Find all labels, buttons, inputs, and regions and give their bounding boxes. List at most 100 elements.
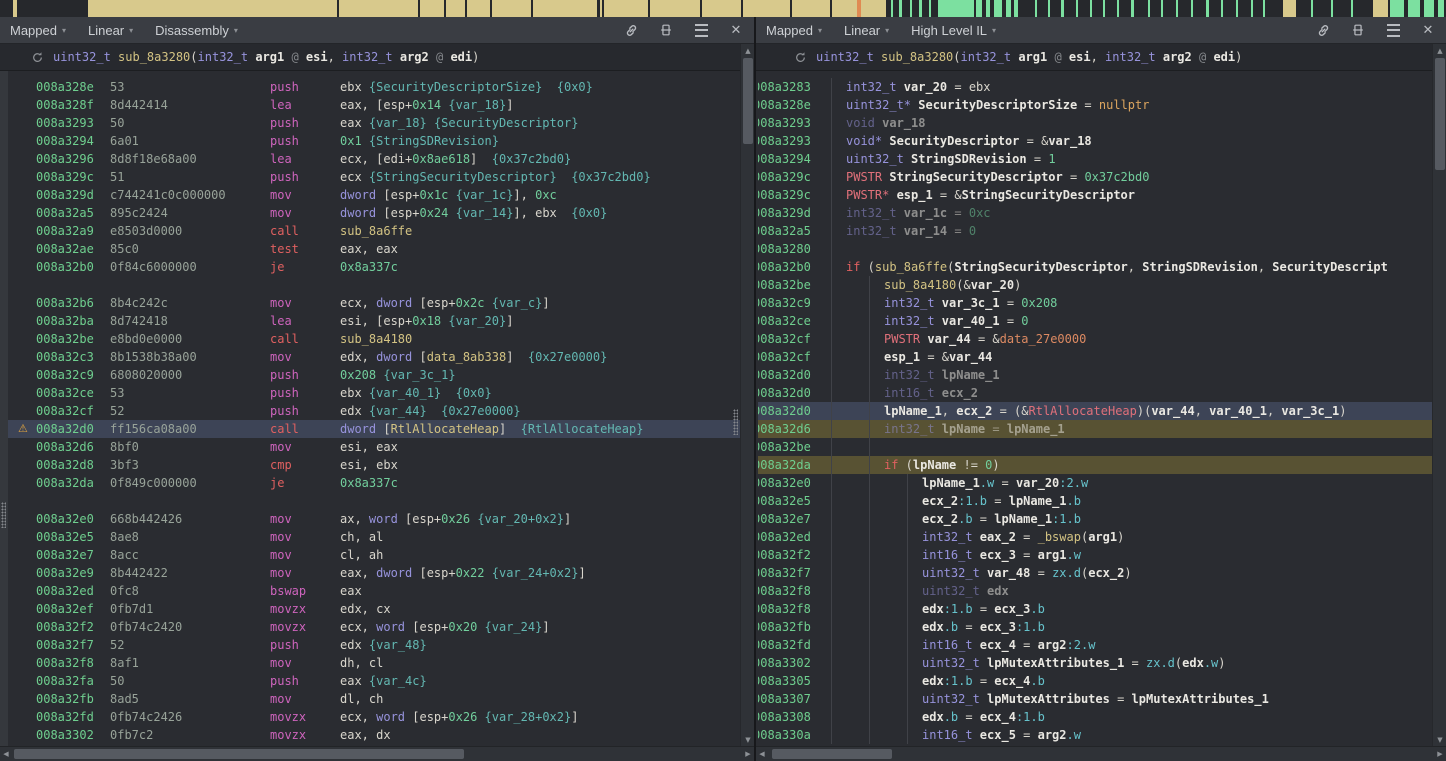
code-token[interactable]: arg2 — [1038, 728, 1067, 742]
address[interactable]: 008a32e7 — [36, 546, 110, 564]
code-token[interactable]: {var_24+0x2} — [492, 566, 579, 580]
hlil-line[interactable]: 008a32f8uint32_t edx — [758, 582, 1432, 600]
code-token[interactable]: != — [956, 458, 985, 472]
disassembly-line[interactable]: 008a329dc744241c0c000000movdword [esp+0x… — [8, 186, 740, 204]
address[interactable]: 008a32ed — [36, 582, 110, 600]
instruction-bytes[interactable]: ff156ca08a00 — [110, 420, 270, 438]
code-token[interactable] — [427, 404, 441, 418]
code-token[interactable]: edx, cx — [340, 602, 391, 616]
address[interactable]: 008a329c — [758, 186, 822, 204]
code-token[interactable]: = — [985, 422, 1007, 436]
code-token[interactable]: int16_t — [884, 386, 942, 400]
mnemonic[interactable]: je — [270, 474, 340, 492]
mnemonic[interactable]: push — [270, 402, 340, 420]
mnemonic[interactable]: push — [270, 114, 340, 132]
mnemonic[interactable]: lea — [270, 96, 340, 114]
disassembly-line[interactable]: 008a32da0f849c000000je0x8a337c — [8, 474, 740, 492]
code-token[interactable]: {StringSecurityDescriptor} — [369, 170, 557, 184]
mnemonic[interactable]: push — [270, 366, 340, 384]
code-token[interactable]: int32_t — [846, 80, 904, 94]
code-token[interactable] — [542, 80, 556, 94]
code-token[interactable]: var_3c_1 — [942, 296, 1000, 310]
address[interactable]: 008a329d — [36, 186, 110, 204]
code-token[interactable]: edx — [922, 620, 944, 634]
code-token[interactable]: SecurityDescriptor — [889, 134, 1019, 148]
code-token[interactable] — [362, 134, 369, 148]
code-token[interactable]: {var_3c_1} — [383, 368, 455, 382]
code-token[interactable]: (& — [956, 278, 970, 292]
hlil-line[interactable]: 008a32be — [758, 438, 1432, 456]
address[interactable]: 008a3294 — [36, 132, 110, 150]
mnemonic[interactable]: lea — [270, 312, 340, 330]
address[interactable]: 008a32be — [758, 438, 822, 456]
disassembly-line[interactable]: 008a32e58ae8movch, al — [8, 528, 740, 546]
code-token[interactable]: = — [1016, 638, 1038, 652]
scrollbar-thumb[interactable] — [14, 749, 464, 759]
code-token[interactable]: edx — [922, 674, 944, 688]
address[interactable]: 008a32f8 — [758, 582, 822, 600]
code-token[interactable]: var_18 — [1048, 134, 1091, 148]
mnemonic[interactable]: mov — [270, 546, 340, 564]
code-token[interactable]: {0x37c2bd0} — [492, 152, 571, 166]
code-token[interactable]: ecx_3 — [994, 602, 1030, 616]
instruction-bytes[interactable]: 8acc — [110, 546, 270, 564]
code-token[interactable]: esi, ebx — [340, 458, 398, 472]
code-token[interactable]: ) — [992, 458, 999, 472]
address[interactable]: 008a32ae — [36, 240, 110, 258]
mnemonic[interactable]: mov — [270, 690, 340, 708]
address[interactable]: 008a32cf — [758, 330, 822, 348]
mnemonic[interactable]: push — [270, 672, 340, 690]
code-token[interactable]: arg1 — [1038, 548, 1067, 562]
address[interactable]: 008a3302 — [36, 726, 110, 744]
code-token[interactable]: int32_t — [846, 224, 904, 238]
code-token[interactable]: ecx_3 — [980, 620, 1016, 634]
function-signature-row[interactable]: uint32_t sub_8a3280(int32_t arg1 @ esi, … — [0, 44, 740, 71]
instruction-bytes[interactable]: 668b442426 — [110, 510, 270, 528]
mnemonic[interactable]: mov — [270, 510, 340, 528]
hlil-line[interactable]: 008a329cPWSTR StringSecurityDescriptor =… — [758, 168, 1432, 186]
code-token[interactable]: sub_8a6ffe — [875, 260, 947, 274]
hlil-line[interactable]: 008a32d0int16_t ecx_2 — [758, 384, 1432, 402]
left-pane-rail[interactable] — [0, 71, 8, 746]
code-token[interactable]: )( — [1137, 404, 1151, 418]
code-token[interactable]: {RtlAllocateHeap} — [521, 422, 644, 436]
code-token[interactable]: int32_t — [961, 50, 1019, 64]
code-token[interactable]: lpMutexAttributes_1 — [1132, 692, 1269, 706]
instruction-bytes[interactable]: 52 — [110, 636, 270, 654]
disassembly-line[interactable]: 008a32ba8d742418leaesi, [esp+0x18 {var_2… — [8, 312, 740, 330]
instruction-bytes[interactable]: 6808020000 — [110, 366, 270, 384]
scrollbar-thumb[interactable] — [1435, 58, 1445, 170]
code-token[interactable]: = — [947, 224, 969, 238]
disassembly-line[interactable]: 008a32946a01push0x1 {StringSDRevision} — [8, 132, 740, 150]
hlil-line[interactable]: 008a32f2int16_t ecx_3 = arg1.w — [758, 546, 1432, 564]
address[interactable]: 008a32ce — [758, 312, 822, 330]
code-token[interactable]: 0x208 — [1021, 296, 1057, 310]
code-token[interactable]: = — [973, 674, 995, 688]
code-token[interactable]: int32_t — [342, 50, 400, 64]
hlil-line[interactable]: 008a3283int32_t var_20 = ebx — [758, 78, 1432, 96]
code-token[interactable]: ] — [506, 314, 513, 328]
hlil-line[interactable]: 008a330aint16_t ecx_5 = arg2.w — [758, 726, 1432, 744]
code-token[interactable]: .b — [1030, 602, 1044, 616]
address[interactable]: 008a32c9 — [758, 294, 822, 312]
code-token[interactable]: 0x8ae618 — [412, 152, 470, 166]
address[interactable]: 008a32fd — [36, 708, 110, 726]
hlil-line[interactable]: 008a328euint32_t* SecurityDescriptorSize… — [758, 96, 1432, 114]
code-token[interactable]: ecx_4 — [980, 638, 1016, 652]
instruction-bytes[interactable]: 0fb7c2 — [110, 726, 270, 744]
address[interactable]: 008a32fb — [758, 618, 822, 636]
code-token[interactable]: lpMutexAttributes — [987, 692, 1110, 706]
code-token[interactable]: esi, eax — [340, 440, 398, 454]
code-token[interactable]: = & — [1019, 134, 1048, 148]
code-token[interactable]: eax — [340, 674, 369, 688]
code-token[interactable]: sub_8a3280 — [881, 50, 953, 64]
mnemonic[interactable]: mov — [270, 438, 340, 456]
address[interactable]: 008a32e9 — [36, 564, 110, 582]
disassembly-line[interactable]: 008a328e53pushebx {SecurityDescriptorSiz… — [8, 78, 740, 96]
mnemonic[interactable]: mov — [270, 564, 340, 582]
code-token[interactable]: var_20 — [1016, 476, 1059, 490]
code-token[interactable]: 0 — [1021, 314, 1028, 328]
hlil-line[interactable]: 008a32fbedx.b = ecx_3:1.b — [758, 618, 1432, 636]
code-token[interactable]: 1 — [1048, 152, 1055, 166]
code-token[interactable]: {var_40_1} — [369, 386, 441, 400]
